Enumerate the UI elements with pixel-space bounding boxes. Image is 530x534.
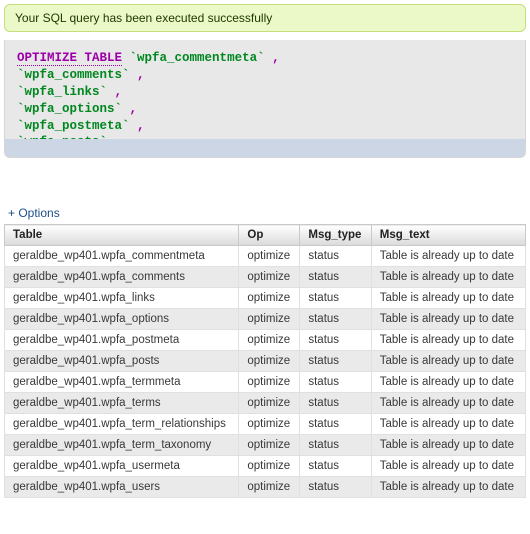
table-cell: Table is already up to date (371, 351, 525, 372)
sql-success-message: Your SQL query has been executed success… (4, 4, 526, 32)
table-cell: optimize (239, 351, 300, 372)
table-row: geraldbe_wp401.wpfa_postsoptimizestatusT… (5, 351, 526, 372)
table-cell: status (300, 267, 371, 288)
table-cell: optimize (239, 246, 300, 267)
table-cell: status (300, 477, 371, 498)
table-cell: status (300, 456, 371, 477)
table-cell: status (300, 309, 371, 330)
table-cell: optimize (239, 372, 300, 393)
table-cell: Table is already up to date (371, 456, 525, 477)
table-row: geraldbe_wp401.wpfa_term_taxonomyoptimiz… (5, 435, 526, 456)
table-cell: optimize (239, 288, 300, 309)
table-cell: optimize (239, 456, 300, 477)
col-msg-type[interactable]: Msg_type (300, 225, 371, 246)
table-cell: optimize (239, 309, 300, 330)
table-cell: Table is already up to date (371, 309, 525, 330)
table-row: geraldbe_wp401.wpfa_commentmetaoptimizes… (5, 246, 526, 267)
table-cell: geraldbe_wp401.wpfa_commentmeta (5, 246, 239, 267)
col-op[interactable]: Op (239, 225, 300, 246)
table-cell: optimize (239, 393, 300, 414)
table-cell: Table is already up to date (371, 393, 525, 414)
table-cell: Table is already up to date (371, 372, 525, 393)
table-row: geraldbe_wp401.wpfa_optionsoptimizestatu… (5, 309, 526, 330)
table-cell: optimize (239, 267, 300, 288)
table-cell: geraldbe_wp401.wpfa_posts (5, 351, 239, 372)
sql-query-display: OPTIMIZE TABLE `wpfa_commentmeta` ,`wpfa… (4, 40, 526, 158)
table-cell: Table is already up to date (371, 288, 525, 309)
table-row: geraldbe_wp401.wpfa_linksoptimizestatusT… (5, 288, 526, 309)
table-row: geraldbe_wp401.wpfa_usersoptimizestatusT… (5, 477, 526, 498)
table-cell: geraldbe_wp401.wpfa_termmeta (5, 372, 239, 393)
table-cell: Table is already up to date (371, 477, 525, 498)
table-cell: Table is already up to date (371, 330, 525, 351)
table-cell: geraldbe_wp401.wpfa_term_relationships (5, 414, 239, 435)
table-cell: status (300, 372, 371, 393)
table-cell: status (300, 288, 371, 309)
table-cell: Table is already up to date (371, 414, 525, 435)
results-table: Table Op Msg_type Msg_text geraldbe_wp40… (4, 224, 526, 498)
table-cell: geraldbe_wp401.wpfa_comments (5, 267, 239, 288)
table-cell: geraldbe_wp401.wpfa_terms (5, 393, 239, 414)
table-cell: optimize (239, 414, 300, 435)
spacer (4, 162, 526, 206)
table-row: geraldbe_wp401.wpfa_termmetaoptimizestat… (5, 372, 526, 393)
sql-keyword: OPTIMIZE TABLE (17, 51, 122, 66)
table-cell: optimize (239, 330, 300, 351)
table-cell: status (300, 414, 371, 435)
table-row: geraldbe_wp401.wpfa_termsoptimizestatusT… (5, 393, 526, 414)
table-cell: Table is already up to date (371, 435, 525, 456)
table-cell: geraldbe_wp401.wpfa_usermeta (5, 456, 239, 477)
table-cell: status (300, 351, 371, 372)
table-cell: geraldbe_wp401.wpfa_options (5, 309, 239, 330)
table-cell: status (300, 435, 371, 456)
col-table[interactable]: Table (5, 225, 239, 246)
table-row: geraldbe_wp401.wpfa_commentsoptimizestat… (5, 267, 526, 288)
sql-box-footer-strip (5, 139, 525, 157)
table-cell: optimize (239, 477, 300, 498)
options-toggle[interactable]: + Options (8, 206, 60, 220)
col-msg-text[interactable]: Msg_text (371, 225, 525, 246)
table-cell: geraldbe_wp401.wpfa_links (5, 288, 239, 309)
results-table-head: Table Op Msg_type Msg_text (5, 225, 526, 246)
table-cell: optimize (239, 435, 300, 456)
table-cell: Table is already up to date (371, 267, 525, 288)
table-cell: geraldbe_wp401.wpfa_users (5, 477, 239, 498)
table-cell: geraldbe_wp401.wpfa_postmeta (5, 330, 239, 351)
table-row: geraldbe_wp401.wpfa_postmetaoptimizestat… (5, 330, 526, 351)
table-row: geraldbe_wp401.wpfa_usermetaoptimizestat… (5, 456, 526, 477)
table-cell: geraldbe_wp401.wpfa_term_taxonomy (5, 435, 239, 456)
table-cell: status (300, 393, 371, 414)
table-cell: status (300, 246, 371, 267)
table-cell: status (300, 330, 371, 351)
results-table-body: geraldbe_wp401.wpfa_commentmetaoptimizes… (5, 246, 526, 498)
table-row: geraldbe_wp401.wpfa_term_relationshipsop… (5, 414, 526, 435)
table-cell: Table is already up to date (371, 246, 525, 267)
